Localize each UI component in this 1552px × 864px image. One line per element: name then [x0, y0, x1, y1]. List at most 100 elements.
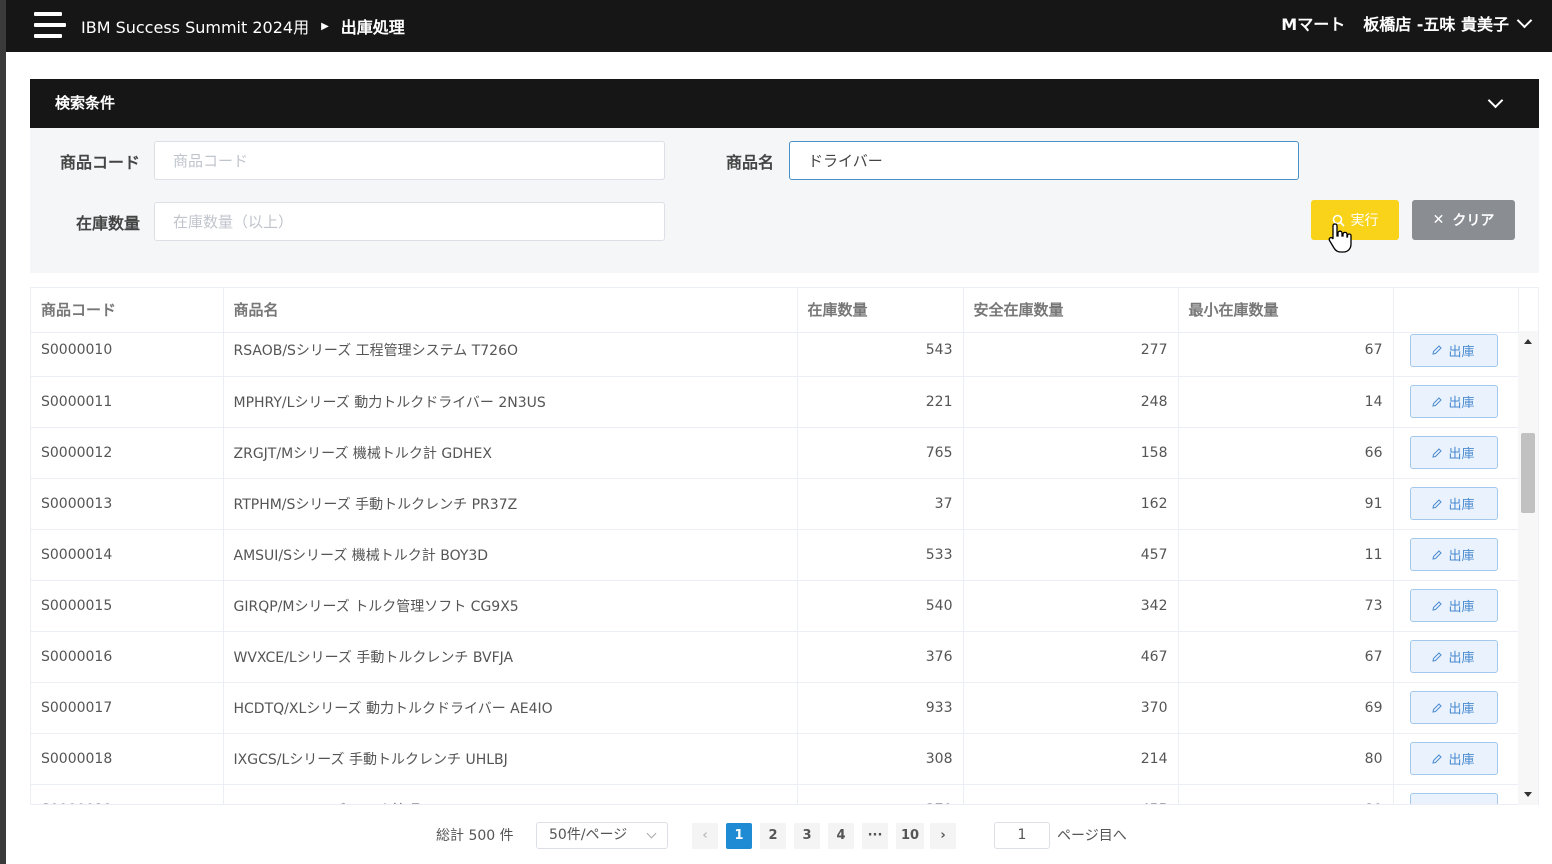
table-row[interactable]: S0000012 ZRGJT/Mシリーズ 機械トルク計 GDHEX 765 158 66…: [31, 427, 1518, 479]
product-name-input[interactable]: [789, 141, 1299, 180]
column-header-code[interactable]: 商品コード: [31, 288, 224, 333]
cell-product-code: S0000016: [31, 631, 224, 683]
hamburger-menu-icon[interactable]: [34, 12, 66, 38]
ship-out-label: 出庫: [1448, 702, 1475, 717]
cell-stock-quantity: 221: [797, 376, 964, 428]
search-panel-title: 検索条件: [55, 94, 116, 112]
page-size-select[interactable]: 50件/ページ: [536, 822, 668, 849]
ship-out-label: 出庫: [1448, 651, 1475, 666]
edit-pencil-icon: [1432, 651, 1443, 662]
table-row[interactable]: S0000017 HCDTQ/XLシリーズ 動力トルクドライバー AE4IO 933…: [31, 682, 1518, 734]
cell-product-code: S0000010: [31, 332, 224, 377]
ship-out-label: 出庫: [1448, 800, 1474, 804]
breadcrumb: IBM Success Summit 2024用 ▶ 出庫処理: [81, 0, 405, 52]
ship-out-button[interactable]: 出庫: [1409, 640, 1498, 673]
ship-out-button[interactable]: 出庫: [1409, 589, 1498, 622]
table-row[interactable]: S0000014 AMSUI/Sシリーズ 機械トルク計 BOY3D 533 457 11…: [31, 529, 1518, 581]
ship-out-button[interactable]: 出庫: [1409, 742, 1498, 775]
stock-quantity-label: 在庫数量: [75, 214, 140, 233]
ship-out-button[interactable]: 出庫: [1409, 691, 1498, 724]
cell-stock-quantity: 308: [797, 733, 964, 785]
ship-out-button[interactable]: 出庫: [1409, 538, 1498, 571]
page-ellipsis[interactable]: ···: [862, 823, 888, 849]
scroll-up-arrow-icon[interactable]: [1524, 339, 1532, 344]
breadcrumb-arrow-icon: ▶: [321, 20, 329, 32]
table-row[interactable]: S0000013 RTPHM/Sシリーズ 手動トルクレンチ PR37Z 37 162 9…: [31, 478, 1518, 530]
cell-stock-quantity: 540: [797, 580, 964, 632]
ship-out-label: 出庫: [1448, 396, 1475, 411]
column-header-safety-stock[interactable]: 安全在庫数量: [963, 288, 1179, 333]
search-panel-header[interactable]: 検索条件: [30, 79, 1539, 128]
page-1[interactable]: 1: [726, 823, 752, 849]
cell-safety-stock: 342: [963, 580, 1179, 632]
chevron-down-icon[interactable]: [1516, 12, 1533, 28]
scrollbar-thumb[interactable]: [1521, 433, 1535, 513]
next-page-icon[interactable]: ›: [930, 823, 956, 849]
page-jump-input[interactable]: 1: [994, 822, 1050, 849]
stock-quantity-input[interactable]: [154, 202, 665, 241]
cell-product-code: S0000019: [31, 784, 224, 804]
cell-product-code: S0000017: [31, 682, 224, 734]
breadcrumb-app[interactable]: IBM Success Summit 2024用: [81, 14, 309, 38]
collapse-chevron-icon[interactable]: [1487, 92, 1504, 109]
cell-stock-quantity: 533: [797, 529, 964, 581]
cell-product-name: WVXCE/Lシリーズ 手動トルクレンチ BVFJA: [223, 631, 798, 683]
clear-button-label: クリア: [1452, 213, 1495, 229]
scroll-down-arrow-icon[interactable]: [1524, 792, 1532, 797]
column-header-stock[interactable]: 在庫数量: [797, 288, 964, 333]
edit-pencil-icon: [1432, 549, 1443, 560]
cell-product-code: S0000018: [31, 733, 224, 785]
page-3[interactable]: 3: [794, 823, 820, 849]
ship-out-button[interactable]: 出庫: [1409, 487, 1498, 520]
prev-page-icon[interactable]: ‹: [692, 823, 718, 849]
table-row[interactable]: S0000016 WVXCE/Lシリーズ 手動トルクレンチ BVFJA 376 467…: [31, 631, 1518, 683]
ship-out-button[interactable]: 出庫: [1409, 793, 1498, 804]
ship-out-label: 出庫: [1448, 344, 1475, 360]
window-edge: [0, 0, 6, 864]
edit-pencil-icon: [1432, 396, 1443, 407]
edit-pencil-icon: [1432, 702, 1443, 713]
cell-action: 出庫: [1393, 733, 1518, 785]
table-row[interactable]: S0000011 MPHRY/Lシリーズ 動力トルクドライバー 2N3US 221 2…: [31, 376, 1518, 428]
page-2[interactable]: 2: [760, 823, 786, 849]
top-header: IBM Success Summit 2024用 ▶ 出庫処理 Mマート 板橋店…: [6, 0, 1552, 52]
cell-stock-quantity: 933: [797, 682, 964, 734]
cell-product-code: S0000012: [31, 427, 224, 479]
ship-out-label: 出庫: [1448, 753, 1475, 768]
cell-product-code: S0000015: [31, 580, 224, 632]
cell-min-stock: 67: [1178, 631, 1394, 683]
column-header-name[interactable]: 商品名: [223, 288, 798, 333]
edit-pencil-icon: [1432, 447, 1443, 458]
table-row[interactable]: S0000010 RSAOB/Sシリーズ 工程管理システム T726O 543 277…: [31, 332, 1518, 377]
ship-out-button[interactable]: 出庫: [1409, 333, 1498, 367]
product-code-input[interactable]: [154, 141, 665, 180]
cell-action: 出庫: [1393, 376, 1518, 428]
page-10[interactable]: 10: [896, 823, 924, 849]
cell-product-code: S0000011: [31, 376, 224, 428]
ship-out-button[interactable]: 出庫: [1409, 436, 1498, 469]
cell-min-stock: 89: [1178, 784, 1394, 804]
table-row[interactable]: S0000018 IXGCS/Lシリーズ 手動トルクレンチ UHLBJ 308 214…: [31, 733, 1518, 785]
edit-pencil-icon: [1432, 600, 1443, 611]
column-header-min-stock[interactable]: 最小在庫数量: [1178, 288, 1394, 333]
cell-action: 出庫: [1393, 682, 1518, 734]
page-size-value: 50件/ページ: [549, 827, 628, 843]
table-scrollbar[interactable]: [1518, 331, 1538, 805]
ship-out-button[interactable]: 出庫: [1409, 385, 1498, 418]
cell-min-stock: 66: [1178, 427, 1394, 479]
cell-action: 出庫: [1393, 478, 1518, 530]
page-4[interactable]: 4: [828, 823, 854, 849]
cell-safety-stock: 162: [963, 478, 1179, 530]
user-menu[interactable]: Mマート 板橋店 -五味 貴美子: [1281, 0, 1533, 46]
table-body[interactable]: S0000010 RSAOB/Sシリーズ 工程管理システム T726O 543 277…: [31, 332, 1518, 804]
user-name: 板橋店 -五味 貴美子: [1363, 15, 1509, 34]
cell-safety-stock: 248: [963, 376, 1179, 428]
table-row[interactable]: S0000019JHNVC/Lシリーズ トルク管理ソフト FY1PJ379455…: [31, 784, 1518, 804]
clear-button[interactable]: ✕ クリア: [1412, 200, 1515, 240]
table-row[interactable]: S0000015 GIRQP/Mシリーズ トルク管理ソフト CG9X5 540 342…: [31, 580, 1518, 632]
cell-action: 出庫: [1393, 580, 1518, 632]
chevron-down-icon: [646, 828, 657, 839]
cell-product-name: HCDTQ/XLシリーズ 動力トルクドライバー AE4IO: [223, 682, 798, 734]
run-button[interactable]: 実行: [1311, 200, 1399, 240]
cell-action: 出庫: [1393, 427, 1518, 479]
